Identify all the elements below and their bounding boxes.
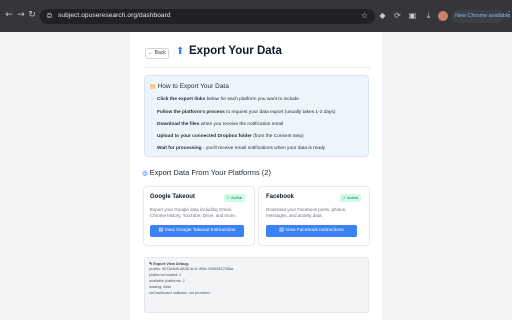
debug-title-text: Export View Debug: (153, 262, 190, 266)
page-title: Export Your Data (189, 45, 282, 57)
platform-name: Facebook (266, 194, 295, 200)
status-badge: ✓ Active (224, 194, 245, 202)
status-badge-text: Active (347, 195, 359, 200)
button-label: View Google Takeout Instructions (164, 228, 236, 233)
step-text: (from the Consent step) (251, 134, 304, 139)
howto-step: Download the files when you receive the … (157, 122, 283, 127)
forward-arrow-icon[interactable]: → (16, 10, 26, 20)
platform-name: Google Takeout (150, 194, 195, 200)
globe-icon: ◍ (142, 169, 148, 177)
status-badge-text: Active (231, 195, 243, 200)
debug-line: onDashboard callback: not provided (149, 291, 210, 295)
step-bold: Click the export links (157, 97, 206, 102)
platforms-section-title: ◍ Export Data From Your Platforms (2) (142, 168, 271, 177)
new-chrome-available-button[interactable]: New Chrome available (452, 10, 510, 23)
step-text: - you'll receive email notifications whe… (201, 146, 326, 151)
url-text: subject.opuseresearch.org/dashboard (58, 12, 171, 19)
howto-step: Click the export links below for each pl… (157, 97, 299, 102)
debug-line: platforms loaded: 2 (149, 273, 182, 277)
clipboard-icon: ▤ (150, 83, 156, 90)
browser-toolbar: ← → ↻ ⊜ subject.opuseresearch.org/dashbo… (0, 0, 512, 32)
howto-step: Upload to your connected Dropbox folder … (157, 134, 304, 139)
step-bold: Wait for processing (157, 146, 202, 151)
howto-step: Wait for processing - you'll receive ema… (157, 146, 325, 151)
site-info-icon[interactable]: ⊜ (46, 11, 53, 20)
back-button[interactable]: ← Back (145, 48, 169, 59)
howto-step: Follow the platform's process to request… (157, 110, 335, 115)
step-bold: Follow the platform's process (157, 110, 225, 115)
extension-icon[interactable]: ◆ (378, 11, 387, 20)
header-divider (144, 67, 370, 68)
platform-description: Export your Google data including Gmail,… (150, 207, 237, 218)
step-bold: Download the files (157, 122, 200, 127)
address-bar[interactable]: ⊜ subject.opuseresearch.org/dashboard (40, 9, 375, 24)
status-badge: ✓ Active (340, 194, 361, 202)
menu-kebab-icon[interactable]: ⋮ (505, 10, 512, 19)
debug-line: prolific: 5673a5d5-8838-4c11-9f8e-209598… (149, 267, 234, 271)
platform-description: Download your Facebook posts, photos, me… (266, 207, 347, 218)
button-label: View Facebook Instructions (285, 228, 344, 233)
google-takeout-instructions-button[interactable]: ▤ View Google Takeout Instructions (150, 225, 244, 237)
reload-icon[interactable]: ↻ (27, 10, 37, 20)
debug-line: loading: false (149, 285, 172, 289)
howto-title-text: How to Export Your Data (157, 83, 229, 90)
sync-icon[interactable]: ⟳ (393, 11, 402, 20)
platforms-section-title-text: Export Data From Your Platforms (2) (149, 168, 271, 177)
back-arrow-icon[interactable]: ← (4, 10, 14, 20)
debug-title: ✎ Export View Debug: (149, 262, 190, 266)
step-text: when you receive the notification email (199, 122, 284, 127)
howto-title: ▤ How to Export Your Data (150, 83, 229, 90)
bookmark-star-icon[interactable]: ☆ (360, 11, 369, 20)
facebook-instructions-button[interactable]: ▤ View Facebook Instructions (266, 225, 357, 237)
download-icon[interactable]: ⤓ (424, 11, 433, 20)
step-text: below for each platform you want to incl… (205, 97, 299, 102)
step-text: to request your data export (usually tak… (224, 110, 336, 115)
debug-line: available platforms: 2 (149, 279, 185, 283)
extensions-puzzle-icon[interactable]: ▣ (408, 11, 417, 20)
export-upload-icon: ⬆ (176, 46, 185, 57)
profile-avatar[interactable] (438, 11, 448, 21)
step-bold: Upload to your connected Dropbox folder (157, 134, 252, 139)
